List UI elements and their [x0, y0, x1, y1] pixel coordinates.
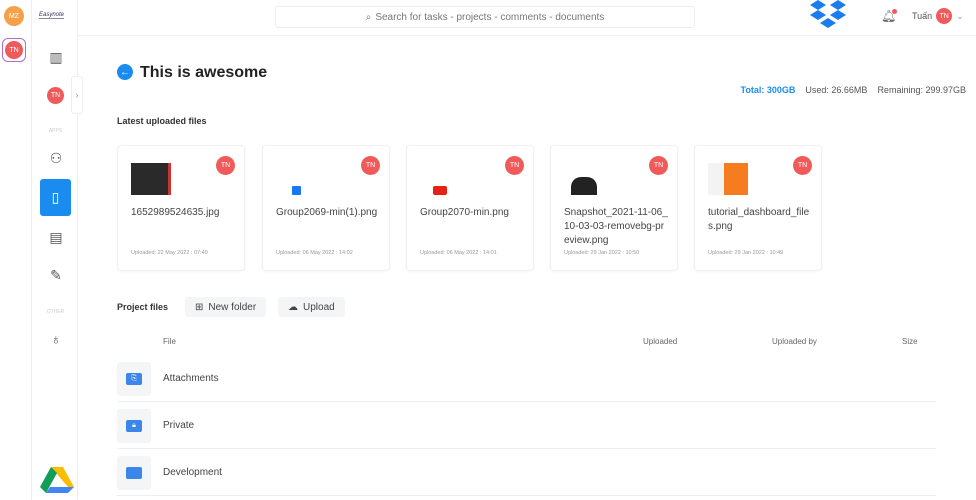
apps-section-label: APPS	[48, 128, 63, 134]
google-drive-icon[interactable]	[40, 465, 74, 495]
storage-summary: Total: 300GB Used: 26.66MB Remaining: 29…	[741, 85, 966, 95]
logo: Easynote	[39, 12, 65, 19]
storage-remaining: Remaining: 299.97GB	[877, 85, 966, 95]
upload-date: Uploaded: 22 May 2022 : 07:49	[131, 250, 208, 256]
sidebar: Easynote ▥ TN › APPS ⚇ ▯ ▤ ✎ OTHER ♁	[33, 0, 83, 500]
back-button[interactable]: ←	[117, 64, 133, 80]
building-icon[interactable]: ▥	[41, 42, 71, 72]
top-bar: ⌕ Search for tasks - projects - comments …	[78, 0, 976, 36]
file-thumbnail	[708, 163, 748, 195]
dropbox-icon[interactable]	[808, 0, 848, 30]
user-avatar[interactable]: TN	[47, 87, 64, 104]
document-icon[interactable]: ▤	[41, 222, 71, 252]
team-icon[interactable]: ⚇	[41, 143, 71, 173]
storage-used: Used: 26.66MB	[805, 85, 868, 95]
folder-row[interactable]: Development	[117, 450, 936, 496]
column-uploaded-by[interactable]: Uploaded by	[772, 337, 817, 346]
file-thumbnail	[564, 163, 604, 195]
folder-name: Private	[163, 420, 195, 431]
file-thumbnail	[420, 163, 460, 195]
folder-name: Attachments	[163, 373, 219, 384]
file-name: Snapshot_2021-11-06_10-03-03-removebg-pr…	[564, 207, 668, 246]
new-folder-button[interactable]: ⊞ New folder	[185, 297, 267, 317]
file-card[interactable]: TN tutorial_dashboard_files.png Uploaded: …	[694, 145, 822, 271]
file-card[interactable]: TN Group2070-min.png Uploaded: 06 May 2022…	[406, 145, 534, 271]
upload-date: Uploaded: 06 May 2022 : 14:01	[420, 250, 497, 256]
upload-label: Upload	[303, 301, 335, 313]
storage-total: Total: 300GB	[740, 85, 796, 95]
uploader-avatar: TN	[793, 156, 812, 175]
workspace-rail: MZ TN	[0, 0, 32, 500]
file-card[interactable]: TN Snapshot_2021-11-06_10-03-03-removebg-…	[550, 145, 678, 271]
user-avatar: TN	[936, 8, 953, 24]
column-size[interactable]: Size	[902, 337, 918, 346]
new-folder-label: New folder	[208, 301, 257, 313]
lock-folder-icon: 🔒︎	[117, 409, 151, 443]
folder-name: Development	[163, 467, 222, 478]
column-uploaded[interactable]: Uploaded	[643, 337, 677, 346]
folder-row[interactable]: 🔒︎ Private	[117, 403, 936, 449]
file-thumbnail	[131, 163, 171, 195]
file-card[interactable]: TN 1652989524635.jpg Uploaded: 22 May 2022…	[117, 145, 245, 271]
search-placeholder: Search for tasks - projects - comments -…	[375, 11, 605, 23]
search-icon: ⌕	[365, 11, 372, 23]
file-name: tutorial_dashboard_files.png	[708, 207, 810, 232]
folder-row[interactable]: ⎘ Attachments	[117, 356, 936, 402]
lightbulb-icon[interactable]: ♁	[41, 324, 71, 354]
upload-date: Uploaded: 06 May 2022 : 14:02	[276, 250, 353, 256]
notification-bell-icon[interactable]: 🔔︎	[881, 9, 898, 23]
upload-button[interactable]: ☁ Upload	[278, 297, 345, 317]
file-name: Group2070-min.png	[420, 207, 509, 218]
cloud-upload-icon: ☁	[288, 301, 298, 313]
latest-files-heading: Latest uploaded files	[117, 116, 207, 126]
uploader-avatar: TN	[216, 156, 235, 175]
upload-date: Uploaded: 29 Jan 2022 : 10:50	[564, 250, 640, 256]
file-thumbnail	[276, 163, 316, 195]
workspace-avatar-tn-selected[interactable]: TN	[2, 38, 26, 62]
other-section-label: OTHER	[46, 309, 65, 315]
uploader-avatar: TN	[361, 156, 380, 175]
file-name: 1652989524635.jpg	[131, 207, 220, 218]
search-input[interactable]: ⌕ Search for tasks - projects - comments …	[275, 6, 695, 28]
page-title: This is awesome	[140, 64, 268, 81]
expand-sidebar-button[interactable]: ›	[71, 76, 83, 114]
avatar: TN	[5, 41, 23, 59]
folder-plus-icon: ⊞	[195, 301, 204, 313]
files-app-button[interactable]: ▯	[40, 179, 71, 216]
workspace-avatar-mz[interactable]: MZ	[4, 6, 24, 26]
folder-icon: ⎘	[117, 362, 151, 396]
file-card[interactable]: TN Group2069-min(1).png Uploaded: 06 May 2…	[262, 145, 390, 271]
folder-icon	[117, 456, 151, 490]
upload-date: Uploaded: 29 Jan 2022 : 10:49	[708, 250, 784, 256]
file-name: Group2069-min(1).png	[276, 207, 378, 218]
uploader-avatar: TN	[649, 156, 668, 175]
column-file[interactable]: File	[163, 337, 176, 346]
uploader-avatar: TN	[505, 156, 524, 175]
user-name: Tuấn	[912, 11, 933, 21]
user-menu[interactable]: Tuấn TN ⌄	[912, 8, 964, 24]
project-files-heading: Project files	[117, 302, 169, 312]
pen-icon[interactable]: ✎	[41, 260, 71, 290]
chevron-down-icon: ⌄	[956, 10, 964, 21]
